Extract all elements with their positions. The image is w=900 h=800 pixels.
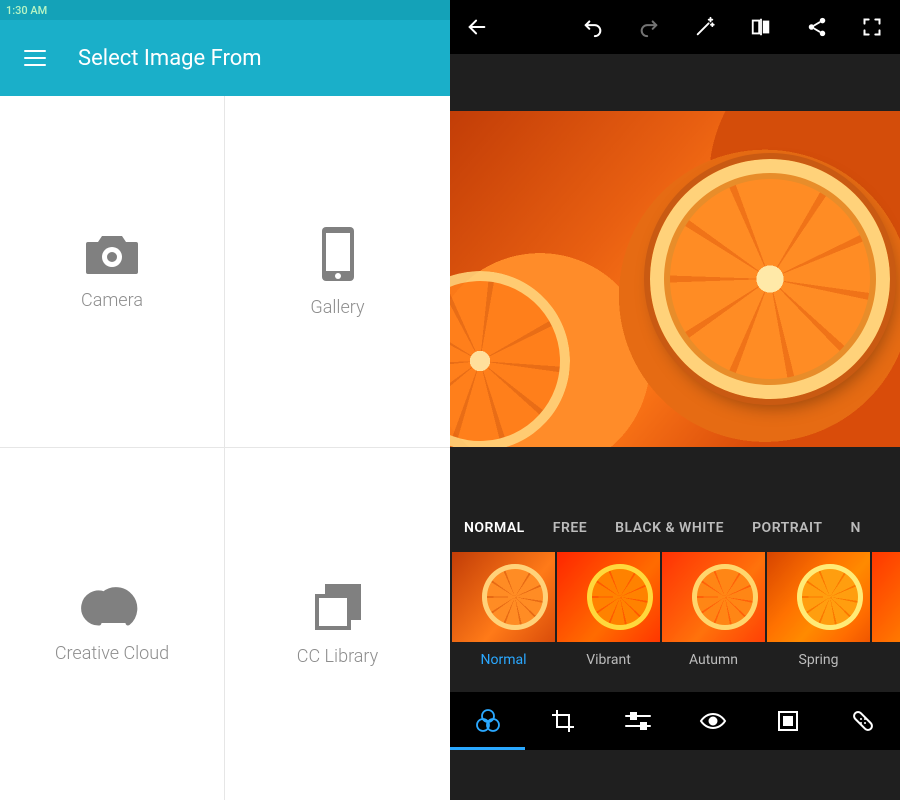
source-camera-label: Camera: [81, 290, 143, 311]
filter-thumb-normal[interactable]: Normal: [452, 552, 555, 668]
menu-icon[interactable]: [24, 50, 46, 66]
filter-thumb-label: Autumn: [689, 652, 738, 668]
filter-category-bw[interactable]: BLACK & WHITE: [615, 520, 724, 536]
filter-thumb-vibrant[interactable]: Vibrant: [557, 552, 660, 668]
source-creative-cloud[interactable]: Creative Cloud: [0, 448, 225, 800]
phone-icon: [320, 225, 356, 283]
source-gallery-label: Gallery: [310, 297, 364, 318]
source-grid: Camera Gallery Creative Cloud CC Library: [0, 96, 450, 800]
status-bar: 1:30 AM: [0, 0, 450, 20]
filter-thumb-image: [557, 552, 660, 642]
tool-frames[interactable]: [750, 692, 825, 750]
filter-thumb-image: [662, 552, 765, 642]
camera-icon: [84, 232, 140, 276]
filter-thumb-label: Vibrant: [586, 652, 631, 668]
back-icon: [466, 16, 488, 38]
filter-thumb-image: [452, 552, 555, 642]
bandaid-icon: [850, 708, 876, 734]
filter-category-nature[interactable]: N: [850, 520, 860, 536]
photo-preview: [450, 111, 900, 447]
filter-panel: NORMAL FREE BLACK & WHITE PORTRAIT N Nor…: [450, 504, 900, 800]
page-title: Select Image From: [78, 46, 262, 71]
photo-editor-screen: NORMAL FREE BLACK & WHITE PORTRAIT N Nor…: [450, 0, 900, 800]
editor-topbar: [450, 0, 900, 54]
auto-enhance-button[interactable]: [694, 16, 716, 38]
filter-category-free[interactable]: FREE: [553, 520, 587, 536]
frame-icon: [776, 709, 800, 733]
source-camera[interactable]: Camera: [0, 96, 225, 448]
filter-thumb-label: Normal: [480, 652, 526, 668]
share-button[interactable]: [806, 16, 828, 38]
tool-adjust[interactable]: [600, 692, 675, 750]
filter-category-row[interactable]: NORMAL FREE BLACK & WHITE PORTRAIT N: [450, 504, 900, 552]
source-cc-library-label: CC Library: [297, 646, 378, 667]
filter-category-portrait[interactable]: PORTRAIT: [752, 520, 822, 536]
eye-icon: [699, 711, 727, 731]
filter-category-normal[interactable]: NORMAL: [464, 520, 525, 536]
back-button[interactable]: [450, 16, 504, 38]
looks-icon: [475, 708, 501, 734]
status-time: 1:30 AM: [6, 4, 47, 17]
library-icon: [313, 582, 363, 632]
crop-icon: [550, 708, 576, 734]
photo-canvas[interactable]: [450, 54, 900, 504]
compare-icon: [750, 16, 772, 38]
redo-icon: [638, 16, 660, 38]
editor-toolbar: [450, 692, 900, 750]
filter-thumb-label: Spring: [799, 652, 839, 668]
source-creative-cloud-label: Creative Cloud: [55, 643, 169, 664]
filter-thumb-row[interactable]: Normal Vibrant Autumn Spring Sum: [450, 552, 900, 692]
undo-icon: [582, 16, 604, 38]
source-cc-library[interactable]: CC Library: [225, 448, 450, 800]
filter-thumb-image: [767, 552, 870, 642]
undo-button[interactable]: [582, 16, 604, 38]
source-gallery[interactable]: Gallery: [225, 96, 450, 448]
filter-thumb-spring[interactable]: Spring: [767, 552, 870, 668]
creative-cloud-icon: [79, 585, 145, 629]
fullscreen-icon: [862, 17, 882, 37]
filter-thumb-summer[interactable]: Sum: [872, 552, 900, 668]
app-bar: Select Image From: [0, 20, 450, 96]
tool-looks[interactable]: [450, 692, 525, 750]
sliders-icon: [624, 711, 652, 731]
share-icon: [806, 16, 828, 38]
filter-thumb-image: [872, 552, 900, 642]
image-source-picker-screen: 1:30 AM Select Image From Camera Gallery: [0, 0, 450, 800]
tool-crop[interactable]: [525, 692, 600, 750]
fullscreen-button[interactable]: [862, 17, 882, 37]
tool-heal[interactable]: [825, 692, 900, 750]
magic-wand-icon: [694, 16, 716, 38]
topbar-actions: [504, 16, 900, 38]
filter-thumb-autumn[interactable]: Autumn: [662, 552, 765, 668]
compare-button[interactable]: [750, 16, 772, 38]
redo-button[interactable]: [638, 16, 660, 38]
tool-redeye[interactable]: [675, 692, 750, 750]
